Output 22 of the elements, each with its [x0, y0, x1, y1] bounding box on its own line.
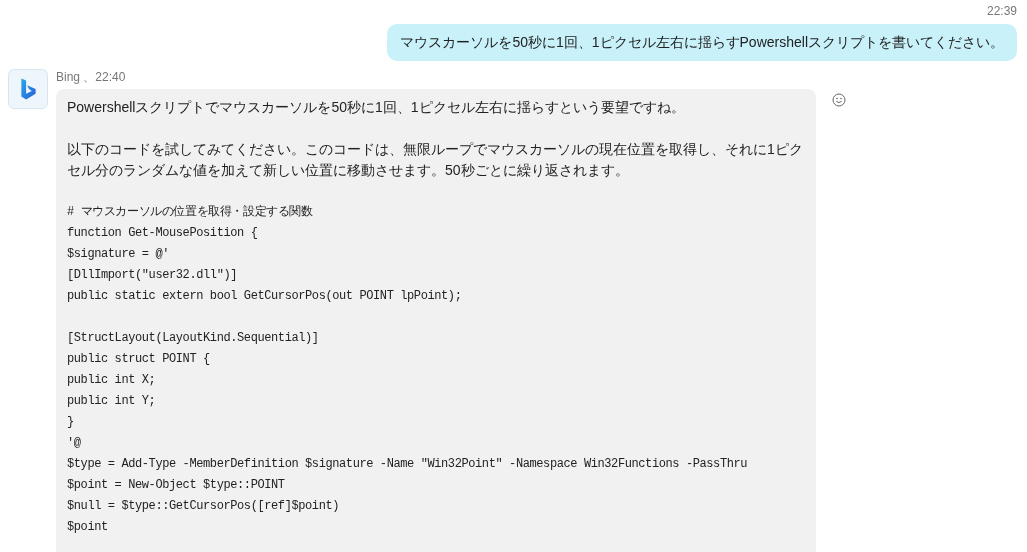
code-line: public int Y; — [67, 393, 157, 410]
code-line: [DllImport("user32.dll")] — [67, 267, 239, 284]
smiley-icon[interactable] — [832, 93, 846, 107]
code-line: '@ — [67, 435, 82, 452]
code-line: $null = $type::GetCursorPos([ref]$point) — [67, 498, 341, 515]
message-time: 22:39 — [985, 3, 1017, 20]
code-line: function Get-MousePosition { — [67, 225, 259, 242]
code-line: } — [67, 414, 75, 431]
code-line: public struct POINT { — [67, 351, 211, 368]
code-line: $point = New-Object $type::POINT — [67, 477, 286, 494]
message-paragraph: Powershellスクリプトでマウスカーソルを50秒に1回、1ピクセル左右に揺らすという要望ですね。 — [67, 98, 686, 117]
code-line: $signature = @' — [67, 246, 171, 263]
code-line: [StructLayout(LayoutKind.Sequential)] — [67, 330, 320, 347]
code-line: # マウスカーソルの位置を取得・設定する関数 — [67, 204, 314, 221]
code-line: $type = Add-Type -MemberDefinition $signature -Name "Win32Point" -Namespace Win32Functions -PassThru — [67, 456, 749, 473]
sender-time: Bing 、22:40 — [56, 69, 127, 85]
code-line: public static extern bool GetCursorPos(out POINT lpPoint); — [67, 288, 463, 305]
message-paragraph: 以下のコードを試してみてください。このコードは、無限ループでマウスカーソルの現在位置を取得し、それに1ピクセル分のランダムな値を加えて新しい位置に移動させます。50秒ごとに繰り返されます。 — [67, 140, 804, 180]
code-line: $point — [67, 519, 109, 536]
bing-logo-icon — [8, 69, 48, 109]
user-message: マウスカーソルを50秒に1回、1ピクセル左右に揺らすPowershellスクリプトを書いてください。 — [387, 24, 1017, 61]
code-line: public int X; — [67, 372, 157, 389]
